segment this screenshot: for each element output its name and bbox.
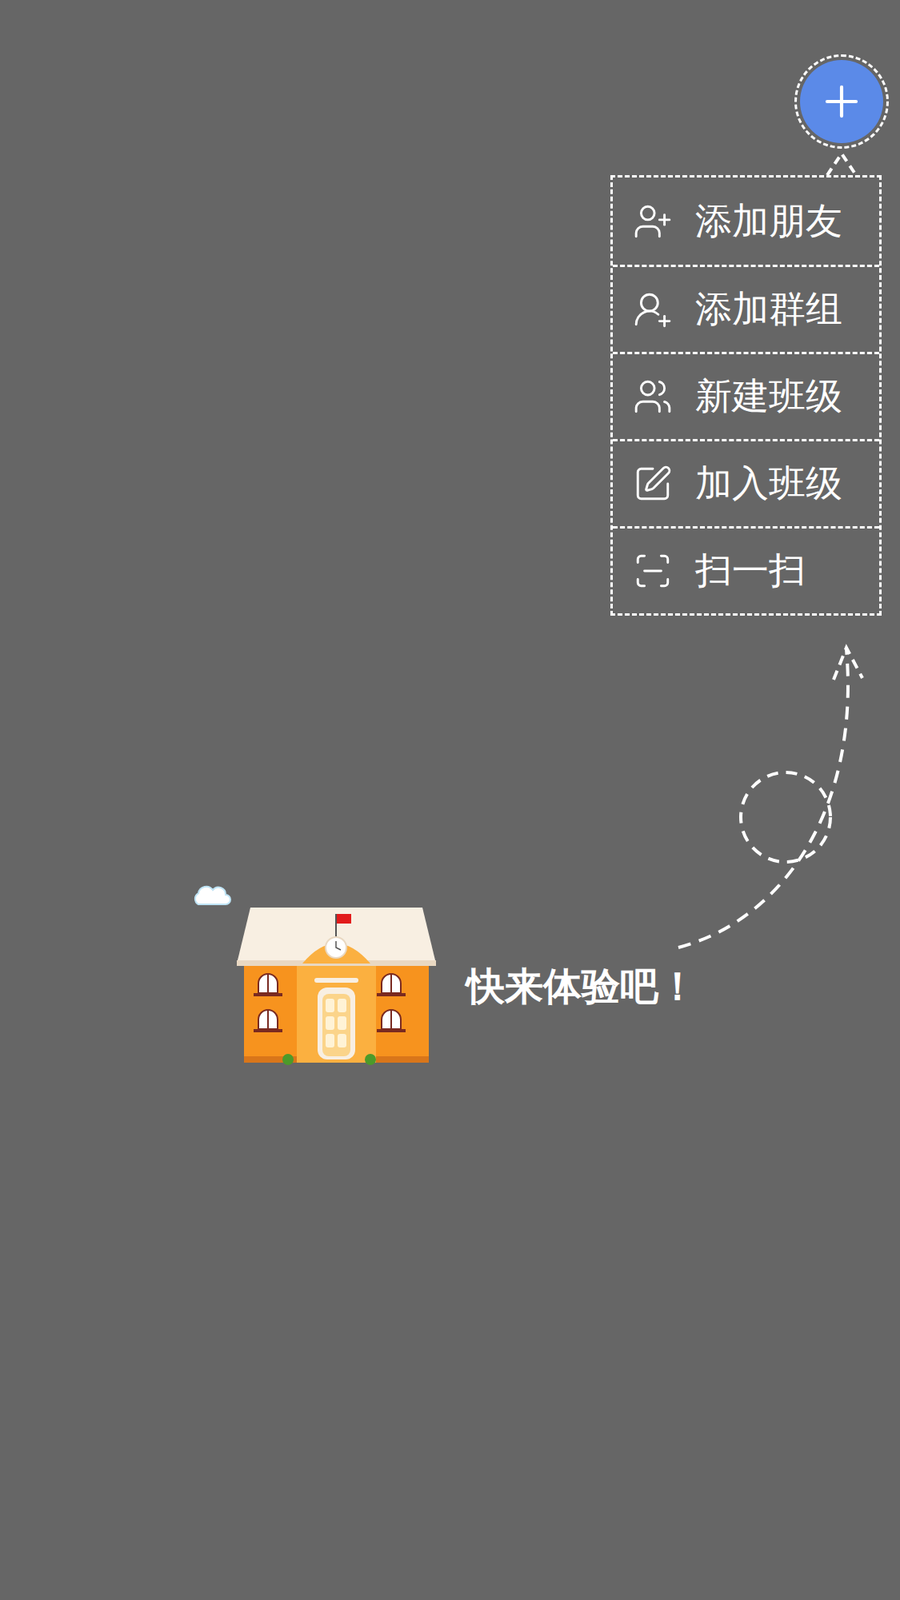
add-friend-icon xyxy=(632,201,673,242)
menu-item[interactable]: 加入班级 xyxy=(612,439,880,527)
scan-icon xyxy=(632,551,673,592)
menu-item-label: 添加群组 xyxy=(695,287,843,332)
school-building-icon xyxy=(234,908,439,1067)
add-menu: 添加朋友添加群组新建班级加入班级扫一扫 xyxy=(610,175,882,616)
join-class-icon xyxy=(632,464,673,504)
tagline-row: 快来体验吧！ xyxy=(0,884,900,1067)
guide-overlay: 添加朋友添加群组新建班级加入班级扫一扫快来体验吧！ xyxy=(0,0,900,1600)
menu-item[interactable]: 新建班级 xyxy=(612,352,880,440)
add-button[interactable] xyxy=(800,60,884,144)
menu-item[interactable]: 添加朋友 xyxy=(612,177,880,265)
menu-item-label: 添加朋友 xyxy=(695,199,843,244)
menu-item-label: 加入班级 xyxy=(695,461,843,506)
tagline: 快来体验吧！ xyxy=(466,964,697,1011)
pointer-caret-icon xyxy=(825,148,858,176)
add-button-ring xyxy=(794,54,889,149)
menu-item-label: 新建班级 xyxy=(695,374,843,419)
menu-item-label: 扫一扫 xyxy=(695,548,806,593)
school-illustration xyxy=(190,884,439,1067)
menu-item[interactable]: 添加群组 xyxy=(612,264,880,352)
menu-item[interactable]: 扫一扫 xyxy=(612,526,880,614)
new-class-icon xyxy=(632,376,673,417)
cloud-icon xyxy=(190,884,232,908)
plus-icon xyxy=(816,76,867,127)
add-group-icon xyxy=(632,289,673,330)
top-area: 添加朋友添加群组新建班级加入班级扫一扫 xyxy=(0,0,900,616)
